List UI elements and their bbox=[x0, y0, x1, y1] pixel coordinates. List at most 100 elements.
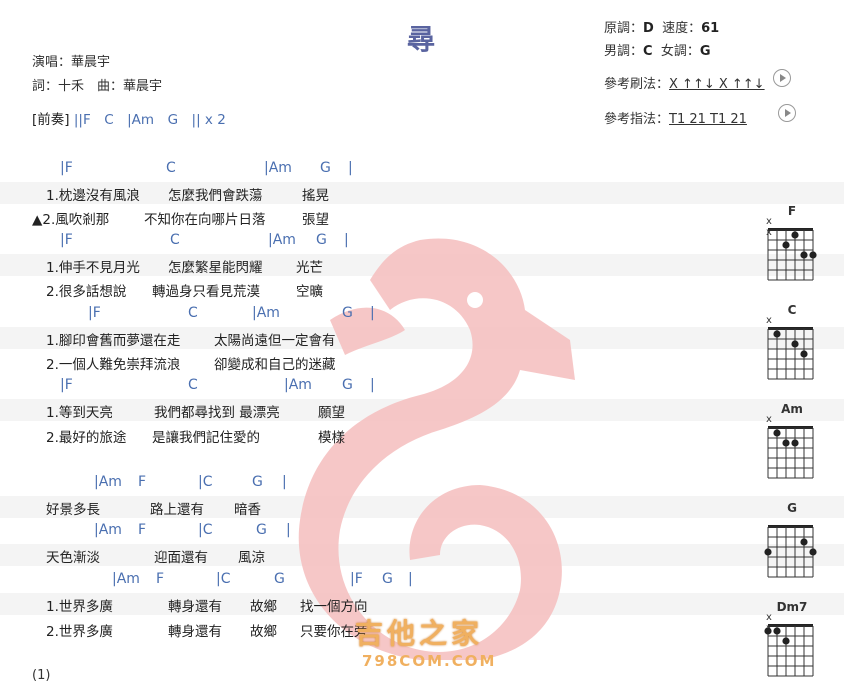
lyric-text: 好景多長 bbox=[46, 502, 100, 518]
chord-symbol: |Am bbox=[268, 232, 296, 248]
finger-dot bbox=[782, 637, 790, 645]
chord-symbol: |C bbox=[216, 571, 231, 587]
lyric-text: 怎麼繁星能閃耀 bbox=[168, 260, 263, 276]
lyric-text: 迎面還有 bbox=[154, 550, 208, 566]
finger-dot bbox=[791, 439, 799, 447]
lyric-text: 轉身還有 bbox=[168, 599, 222, 615]
finger-label: 參考指法： bbox=[604, 112, 670, 127]
finger-dot bbox=[773, 330, 781, 338]
male-key-label: 男調： bbox=[604, 44, 644, 59]
lyric-text: 1.腳印會舊而夢還在走 bbox=[46, 333, 181, 349]
lyric-text: 空曠 bbox=[296, 284, 323, 300]
finger-dot bbox=[809, 548, 817, 556]
chord-symbol: G bbox=[382, 571, 393, 587]
lyric-text: 1.世界多廣 bbox=[46, 599, 113, 615]
chord-symbol: |F bbox=[60, 160, 73, 176]
chord-symbol: G bbox=[256, 522, 267, 538]
chord-symbol: |Am bbox=[252, 305, 280, 321]
chord-symbol: G bbox=[274, 571, 285, 587]
fretboard bbox=[767, 228, 817, 281]
finger-dot bbox=[764, 627, 772, 635]
lyric-text: 故鄉 bbox=[250, 624, 277, 640]
chord-symbol: |C bbox=[198, 474, 213, 490]
lyric-text: 轉過身只看見荒漠 bbox=[152, 284, 260, 300]
intro-line: [前奏] ||F C |Am G || x 2 bbox=[32, 112, 226, 128]
finger-dot bbox=[800, 251, 808, 259]
lyric-text: 搖晃 bbox=[302, 188, 329, 204]
chord-symbol: |C bbox=[198, 522, 213, 538]
chord-symbol: |Am bbox=[112, 571, 140, 587]
female-key-label: 女調： bbox=[660, 44, 700, 59]
lyric-text: 是讓我們記住愛的 bbox=[152, 430, 260, 446]
fretboard bbox=[764, 525, 817, 578]
intro-label: [前奏] bbox=[32, 112, 70, 128]
chord-symbol: |Am bbox=[264, 160, 292, 176]
lyric-text: 2.很多話想說 bbox=[46, 284, 127, 300]
chord-symbol: G bbox=[252, 474, 263, 490]
chord-symbol: F bbox=[138, 474, 147, 490]
play-strum-icon[interactable] bbox=[773, 69, 791, 87]
finger-line: 參考指法：T1 21 T1 21 bbox=[604, 108, 747, 127]
chord-symbol: |F bbox=[60, 232, 73, 248]
lyric-text: 我們都尋找到 最漂亮 bbox=[154, 405, 280, 421]
lyric-text: 2.世界多廣 bbox=[46, 624, 113, 640]
chord-symbol: |F bbox=[60, 377, 73, 393]
chord-symbol: G bbox=[342, 305, 353, 321]
strum-label: 參考刷法： bbox=[604, 77, 670, 92]
lyric-text: 故鄉 bbox=[250, 599, 277, 615]
fretboard bbox=[767, 327, 814, 380]
lyric-text: 不知你在向哪片日落 bbox=[144, 212, 266, 228]
key-tempo: 原調：D 速度：61 bbox=[604, 17, 719, 36]
lyric-text: 2.最好的旅途 bbox=[46, 430, 127, 446]
finger-dot bbox=[773, 627, 781, 635]
chord-symbol: |Am bbox=[94, 522, 122, 538]
chord-symbol: |F bbox=[88, 305, 101, 321]
chord-symbol: | bbox=[344, 232, 349, 248]
chord-symbol: |Am bbox=[284, 377, 312, 393]
chord-symbol: | bbox=[408, 571, 413, 587]
singer: 演唱：華晨宇 bbox=[32, 55, 111, 70]
lyric-text: 卻變成和自己的迷藏 bbox=[214, 357, 336, 373]
lyric-text: 願望 bbox=[318, 405, 345, 421]
finger-dot bbox=[782, 439, 790, 447]
chord-symbol: | bbox=[282, 474, 287, 490]
finger-dot bbox=[809, 251, 817, 259]
lyric-text: 太陽尚遠但一定會有 bbox=[214, 333, 336, 349]
chord-symbol: G bbox=[320, 160, 331, 176]
lyric-text: 轉身還有 bbox=[168, 624, 222, 640]
fretboard bbox=[764, 624, 814, 677]
lyric-text: 暗香 bbox=[234, 502, 261, 518]
lyric-text: 模樣 bbox=[318, 430, 345, 446]
finger-dot bbox=[782, 241, 790, 249]
intro-chords: ||F C |Am G || x 2 bbox=[73, 112, 226, 128]
chord-symbol: | bbox=[370, 377, 375, 393]
finger-dot bbox=[773, 429, 781, 437]
lyric-text: 1.伸手不見月光 bbox=[46, 260, 140, 276]
chord-symbol: F bbox=[138, 522, 147, 538]
site-watermark: 吉他之家 bbox=[355, 617, 484, 650]
chord-symbol: | bbox=[370, 305, 375, 321]
female-key: G bbox=[699, 44, 711, 59]
male-key: C bbox=[643, 44, 653, 59]
lyric-text: 2.一個人難免崇拜流浪 bbox=[46, 357, 181, 373]
alt-keys: 男調：C 女調：G bbox=[604, 40, 711, 59]
finger-dot bbox=[800, 350, 808, 358]
site-watermark-url: 798COM.COM bbox=[362, 652, 497, 670]
fretboard bbox=[767, 426, 814, 479]
page-number: (1) bbox=[32, 668, 51, 683]
lyric-text: 光芒 bbox=[296, 260, 323, 276]
chord-symbol: C bbox=[170, 232, 180, 248]
strum-pattern: X ↑↑↓ X ↑↑↓ bbox=[669, 77, 765, 92]
finger-dot bbox=[791, 231, 799, 239]
chord-symbol: C bbox=[188, 377, 198, 393]
finger-pattern: T1 21 T1 21 bbox=[669, 112, 747, 127]
chord-symbol: | bbox=[286, 522, 291, 538]
play-finger-icon[interactable] bbox=[778, 104, 796, 122]
chord-symbol: F bbox=[156, 571, 165, 587]
chord-symbol: G bbox=[342, 377, 353, 393]
chord-symbol: | bbox=[348, 160, 353, 176]
original-key-label: 原調： bbox=[604, 21, 644, 36]
chord-symbol: C bbox=[166, 160, 176, 176]
chord-symbol: C bbox=[188, 305, 198, 321]
lyric-text: 怎麼我們會跌蕩 bbox=[168, 188, 263, 204]
